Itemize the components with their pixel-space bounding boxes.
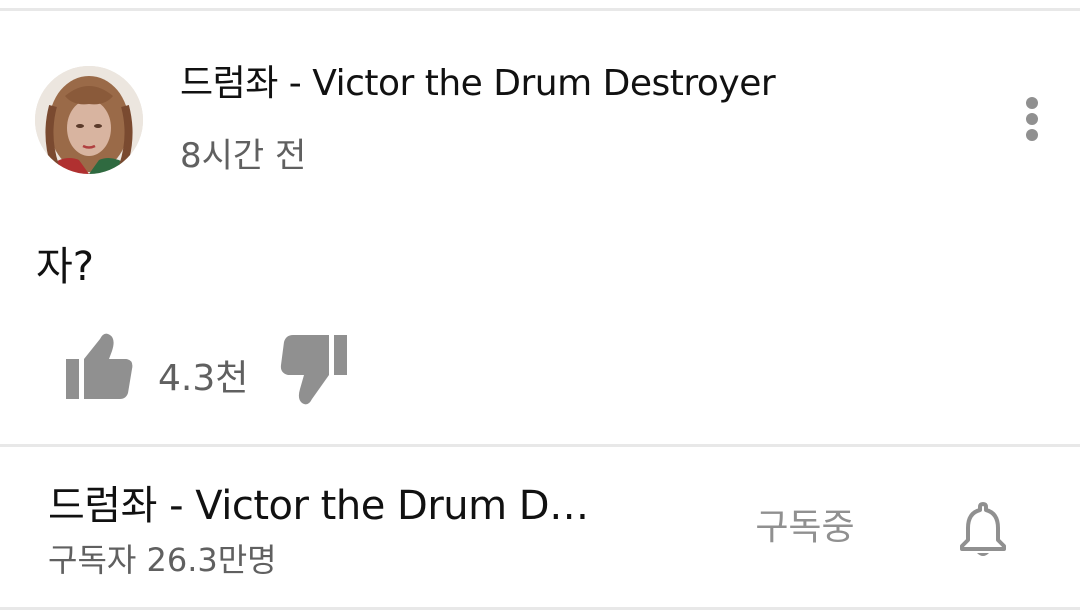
subscriber-count: 구독자 26.3만명 xyxy=(48,541,277,579)
post-text: 자? xyxy=(36,244,95,290)
bell-icon[interactable] xyxy=(950,496,1016,562)
dislike-button[interactable] xyxy=(276,329,354,411)
thumb-down-icon xyxy=(280,335,347,405)
like-count: 4.3천 xyxy=(158,358,249,399)
more-vert-icon[interactable] xyxy=(1010,89,1054,149)
community-post-page: 드럼좌 - Victor the Drum Destroyer 8시간 전 자?… xyxy=(0,0,1080,615)
bottom-divider xyxy=(0,607,1080,610)
avatar[interactable] xyxy=(35,66,143,174)
menu-dot xyxy=(1026,97,1038,109)
menu-dot xyxy=(1026,129,1038,141)
menu-dot xyxy=(1026,113,1038,125)
thumb-up-icon xyxy=(66,333,133,399)
channel-name[interactable]: 드럼좌 - Victor the Drum Destroyer xyxy=(48,478,608,534)
subscribed-button[interactable]: 구독중 xyxy=(740,498,870,558)
post-author[interactable]: 드럼좌 - Victor the Drum Destroyer xyxy=(180,59,776,109)
community-post: 드럼좌 - Victor the Drum Destroyer 8시간 전 자?… xyxy=(0,11,1080,445)
avatar-image xyxy=(35,66,143,174)
post-timestamp: 8시간 전 xyxy=(180,136,307,176)
channel-bar: 드럼좌 - Victor the Drum Destroyer 구독자 26.3… xyxy=(0,448,1080,606)
bell-icon-glyph xyxy=(960,502,1006,556)
like-button[interactable] xyxy=(60,329,138,407)
section-divider xyxy=(0,444,1080,447)
